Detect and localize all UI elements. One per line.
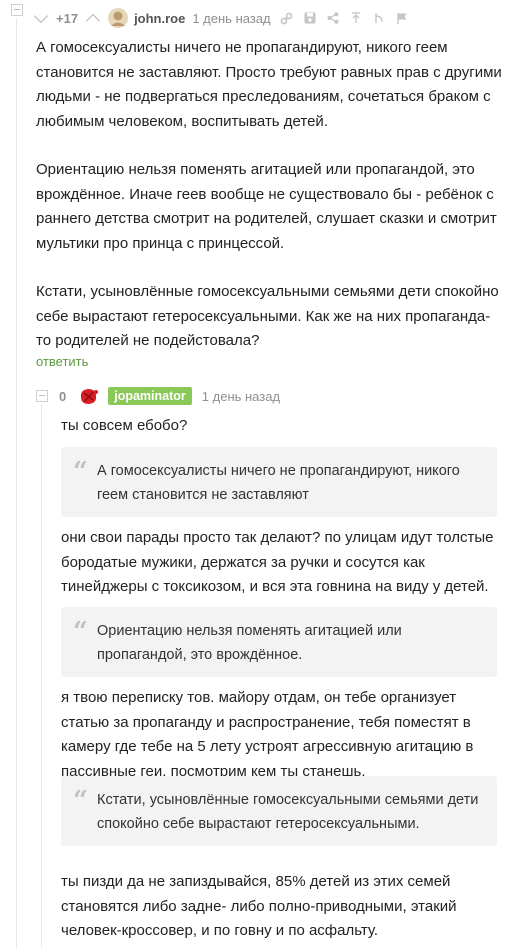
comment-paragraph: Ориентацию нельзя поменять агитацией или… [36, 161, 497, 252]
branch-icon[interactable] [372, 11, 386, 25]
blockquote: “ Кстати, усыновлённые гомосексуальными … [61, 776, 497, 846]
collapse-toggle[interactable] [11, 4, 23, 16]
comment-rating: 0 [59, 388, 67, 404]
flag-icon[interactable] [395, 11, 409, 25]
blockquote: “ Ориентацию нельзя поменять агитацией и… [61, 607, 497, 677]
comment-header: 0 jopaminator 1 день назад [59, 386, 280, 406]
quote-text: Кстати, усыновлённые гомосексуальными се… [97, 792, 479, 832]
save-icon[interactable] [303, 11, 317, 25]
share-icon[interactable] [326, 11, 340, 25]
username[interactable]: john.roe [134, 11, 185, 26]
collapse-toggle[interactable] [36, 390, 48, 402]
vote-up-icon[interactable] [85, 13, 101, 28]
avatar[interactable] [108, 8, 129, 28]
quote-text: Ориентацию нельзя поменять агитацией или… [97, 623, 402, 663]
quote-icon: “ [73, 786, 88, 816]
comment-text: ты совсем ебобо? [61, 417, 188, 434]
blockquote: “ А гомосексуалисты ничего не пропаганди… [61, 447, 497, 517]
comment-time: 1 день назад [192, 10, 271, 26]
thread-line [41, 404, 42, 948]
go-to-parent-icon[interactable] [349, 11, 363, 25]
vote-down-icon[interactable] [33, 8, 49, 23]
link-icon[interactable] [280, 11, 294, 25]
comment-text: я твою переписку тов. майору отдам, он т… [61, 689, 474, 780]
comment-body: А гомосексуалисты ничего не пропагандиру… [36, 36, 504, 354]
quote-icon: “ [73, 457, 88, 487]
comment-header: +17 john.roe 1 день назад [33, 8, 409, 28]
comment-paragraph: Кстати, усыновлённые гомосексуальными се… [36, 283, 499, 349]
avatar[interactable] [78, 386, 100, 406]
comment-text: они свои парады просто так делают? по ул… [61, 529, 494, 595]
quote-icon: “ [73, 617, 88, 647]
quote-text: А гомосексуалисты ничего не пропагандиру… [97, 463, 460, 503]
comment-paragraph: А гомосексуалисты ничего не пропагандиру… [36, 39, 502, 130]
comment-text: ты пизди да не запиздывайся, 85% детей и… [61, 873, 457, 939]
username-badge[interactable]: jopaminator [108, 387, 192, 405]
thread-line [16, 18, 17, 948]
reply-link[interactable]: ответить [36, 354, 88, 369]
comment-time: 1 день назад [201, 388, 281, 404]
comment-rating: +17 [56, 10, 79, 26]
